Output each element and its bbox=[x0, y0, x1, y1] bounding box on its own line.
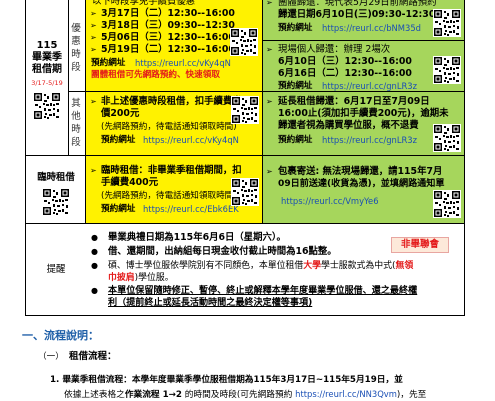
reminder-4: 本單位保留隨時修正、暫停、終止或解釋本學年度畢業學位服借、還之最終權 bbox=[108, 286, 418, 296]
qr-code-icon[interactable] bbox=[433, 190, 461, 218]
other-rent-line-1: 非上述優惠時段租借，扣手續費半 bbox=[101, 96, 242, 107]
temp-rental-label: 臨時租借 bbox=[37, 172, 75, 183]
qr-code-icon bbox=[433, 9, 461, 37]
qr-code-icon bbox=[433, 124, 461, 152]
subsection-label: 租借流程： bbox=[69, 351, 117, 362]
qr-code-icon bbox=[33, 92, 61, 120]
reminder-1: 畢業典禮日期為115年6月6日（星期六）。 bbox=[108, 232, 286, 243]
preferential-date-3: 5月06日（三）12:30--16:00 bbox=[101, 32, 235, 43]
reminder-3-cont: 巾披肩)學位服。 bbox=[108, 273, 174, 283]
stamp-text: 非畢聯會 bbox=[400, 239, 439, 250]
other-rent-reserve-label: 預約網址 bbox=[101, 135, 136, 145]
extend-line-2: 16:00止(須加扣手續費200元)，逾期未 bbox=[278, 108, 449, 119]
extend-reserve-link[interactable]: https://reurl.cc/gnLR3z bbox=[322, 134, 417, 146]
extend-line-1: 延長租借歸還：6月17日至7月09日 bbox=[278, 96, 430, 107]
extend-reserve-label: 預約網址 bbox=[278, 135, 313, 145]
qr-code-icon[interactable] bbox=[433, 9, 461, 37]
bullet-disc-icon: ● bbox=[91, 247, 98, 256]
mail-line-1: 包裹寄送: 無法現場歸還，請115年7月 bbox=[278, 166, 443, 177]
bullet-arrow-icon: ➢ bbox=[90, 21, 97, 30]
qr-code-icon bbox=[433, 56, 461, 84]
reminder-4-cont: 利（提前終止或延長活動時間之最終決定權等事項) bbox=[108, 298, 313, 308]
preferential-warning: 團體租借可先網路預約、快速領取 bbox=[91, 70, 220, 80]
return-line-1: 團體歸還：現代表5月29日前網路預約 bbox=[278, 0, 437, 8]
return-reserve-link[interactable]: https://reurl.cc/bNM35d bbox=[322, 22, 421, 34]
bullet-arrow-icon: ➢ bbox=[266, 167, 273, 176]
flow-item-1-line-2: 依據上述表格之作業流程 1→2 的時間及時段(可先網路預約 https://re… bbox=[64, 389, 427, 400]
qr-code-icon bbox=[231, 96, 259, 124]
qr-code-icon[interactable] bbox=[230, 28, 258, 56]
bullet-arrow-icon: ➢ bbox=[90, 33, 97, 42]
season-subtitle-2: 租借期 bbox=[32, 64, 62, 75]
preferential-date-1: 3月17日（二）12:30--16:00 bbox=[101, 8, 235, 19]
period-preferential: 優惠時段 bbox=[71, 23, 81, 73]
temp-reserve-link[interactable]: https://reurl.cc/Ebk6EK bbox=[143, 203, 239, 215]
preferential-date-2: 3月18日（三）09:30--12:30 bbox=[101, 20, 235, 31]
season-date: 3/17-5/19 bbox=[31, 79, 63, 87]
bullet-arrow-icon: ➢ bbox=[266, 0, 273, 7]
subsection-number: （一） bbox=[38, 352, 64, 362]
bullet-disc-icon: ● bbox=[91, 261, 98, 270]
qr-code-icon[interactable] bbox=[433, 124, 461, 152]
preferential-intro: 以下時段享免手續費優惠 bbox=[92, 0, 196, 7]
individual-line-2: 6月10日（三）12:30--16:00 bbox=[278, 56, 412, 67]
process-link[interactable]: https://reurl.cc/NN3Qvm bbox=[295, 389, 397, 399]
qr-code-icon[interactable] bbox=[42, 188, 70, 216]
temp-reserve-label: 預約網址 bbox=[101, 204, 136, 214]
reminder-3: 碩、博士學位服依學院別有不同顏色，本單位租借大學學士服款式為中式(無領 bbox=[108, 261, 414, 271]
bullet-arrow-icon: ➢ bbox=[90, 97, 97, 106]
qr-code-icon[interactable] bbox=[433, 56, 461, 84]
other-rent-line-2: 價200元 bbox=[101, 108, 140, 119]
individual-line-1: 現場個人歸還：辦理 2場次 bbox=[278, 44, 391, 55]
temp-line-3: (先網路預約，待電話通知領取時間) bbox=[101, 191, 237, 201]
temp-line-1: 臨時租借：非畢業季租借期間，扣 bbox=[101, 165, 242, 176]
temp-line-2: 手續費400元 bbox=[101, 177, 159, 188]
individual-reserve-link[interactable]: https://reurl.cc/gnLR3z bbox=[322, 80, 417, 92]
season-subtitle-1: 畢業季 bbox=[32, 52, 62, 63]
qr-code-icon bbox=[433, 190, 461, 218]
qr-code-icon[interactable] bbox=[231, 96, 259, 124]
extend-line-3: 歸還者視為購買學位服，概不退費 bbox=[278, 120, 419, 131]
qr-code-icon[interactable] bbox=[33, 92, 61, 120]
mail-link[interactable]: https://reurl.cc/VmyYe6 bbox=[281, 195, 379, 207]
bullet-arrow-icon: ➢ bbox=[90, 45, 97, 54]
bullet-arrow-icon: ➢ bbox=[90, 166, 97, 175]
preferential-reserve-label: 預約網址 bbox=[91, 58, 126, 68]
flow-item-1-line-1: 1. 畢業季租借流程：本學年度畢業季學位服租借期為115年3月17日~115年5… bbox=[50, 375, 403, 385]
qr-code-icon[interactable] bbox=[231, 178, 259, 206]
bullet-arrow-icon: ➢ bbox=[266, 97, 273, 106]
qr-code-icon bbox=[230, 28, 258, 56]
individual-line-3: 6月16日（二）12:30--16:00 bbox=[278, 68, 412, 79]
other-rent-line-3: (先網路預約，待電話通知領取時間) bbox=[101, 122, 237, 132]
bullet-disc-icon: ● bbox=[91, 286, 98, 295]
bullet-arrow-icon: ➢ bbox=[90, 9, 97, 18]
individual-reserve-label: 預約網址 bbox=[278, 81, 313, 91]
season-title: 115 bbox=[36, 40, 58, 51]
preferential-date-4: 5月19日（二）12:30--16:00 bbox=[101, 44, 235, 55]
other-rent-reserve-link[interactable]: https://reurl.cc/vKy4qN bbox=[143, 134, 239, 146]
bullet-disc-icon: ● bbox=[91, 233, 98, 242]
qr-code-icon bbox=[231, 178, 259, 206]
mail-line-2: 09日前送達(收貨為憑)，並填網路通知單 bbox=[278, 179, 445, 189]
period-other: 其他時段 bbox=[71, 98, 81, 148]
reminder-label: 提醒 bbox=[46, 264, 66, 275]
return-reserve-label: 預約網址 bbox=[278, 23, 313, 33]
return-line-2: 歸還日期6月10日(三)09:30-12:30 bbox=[278, 9, 436, 20]
preferential-reserve-link[interactable]: https://reurl.cc/vKy4qN bbox=[135, 57, 231, 69]
reminder-2: 借、還期間，出納組每日現金收付截止時間為16點整。 bbox=[108, 246, 337, 257]
section-heading: 一、流程說明： bbox=[22, 329, 99, 342]
qr-code-icon bbox=[42, 188, 70, 216]
bullet-arrow-icon: ➢ bbox=[266, 45, 273, 54]
